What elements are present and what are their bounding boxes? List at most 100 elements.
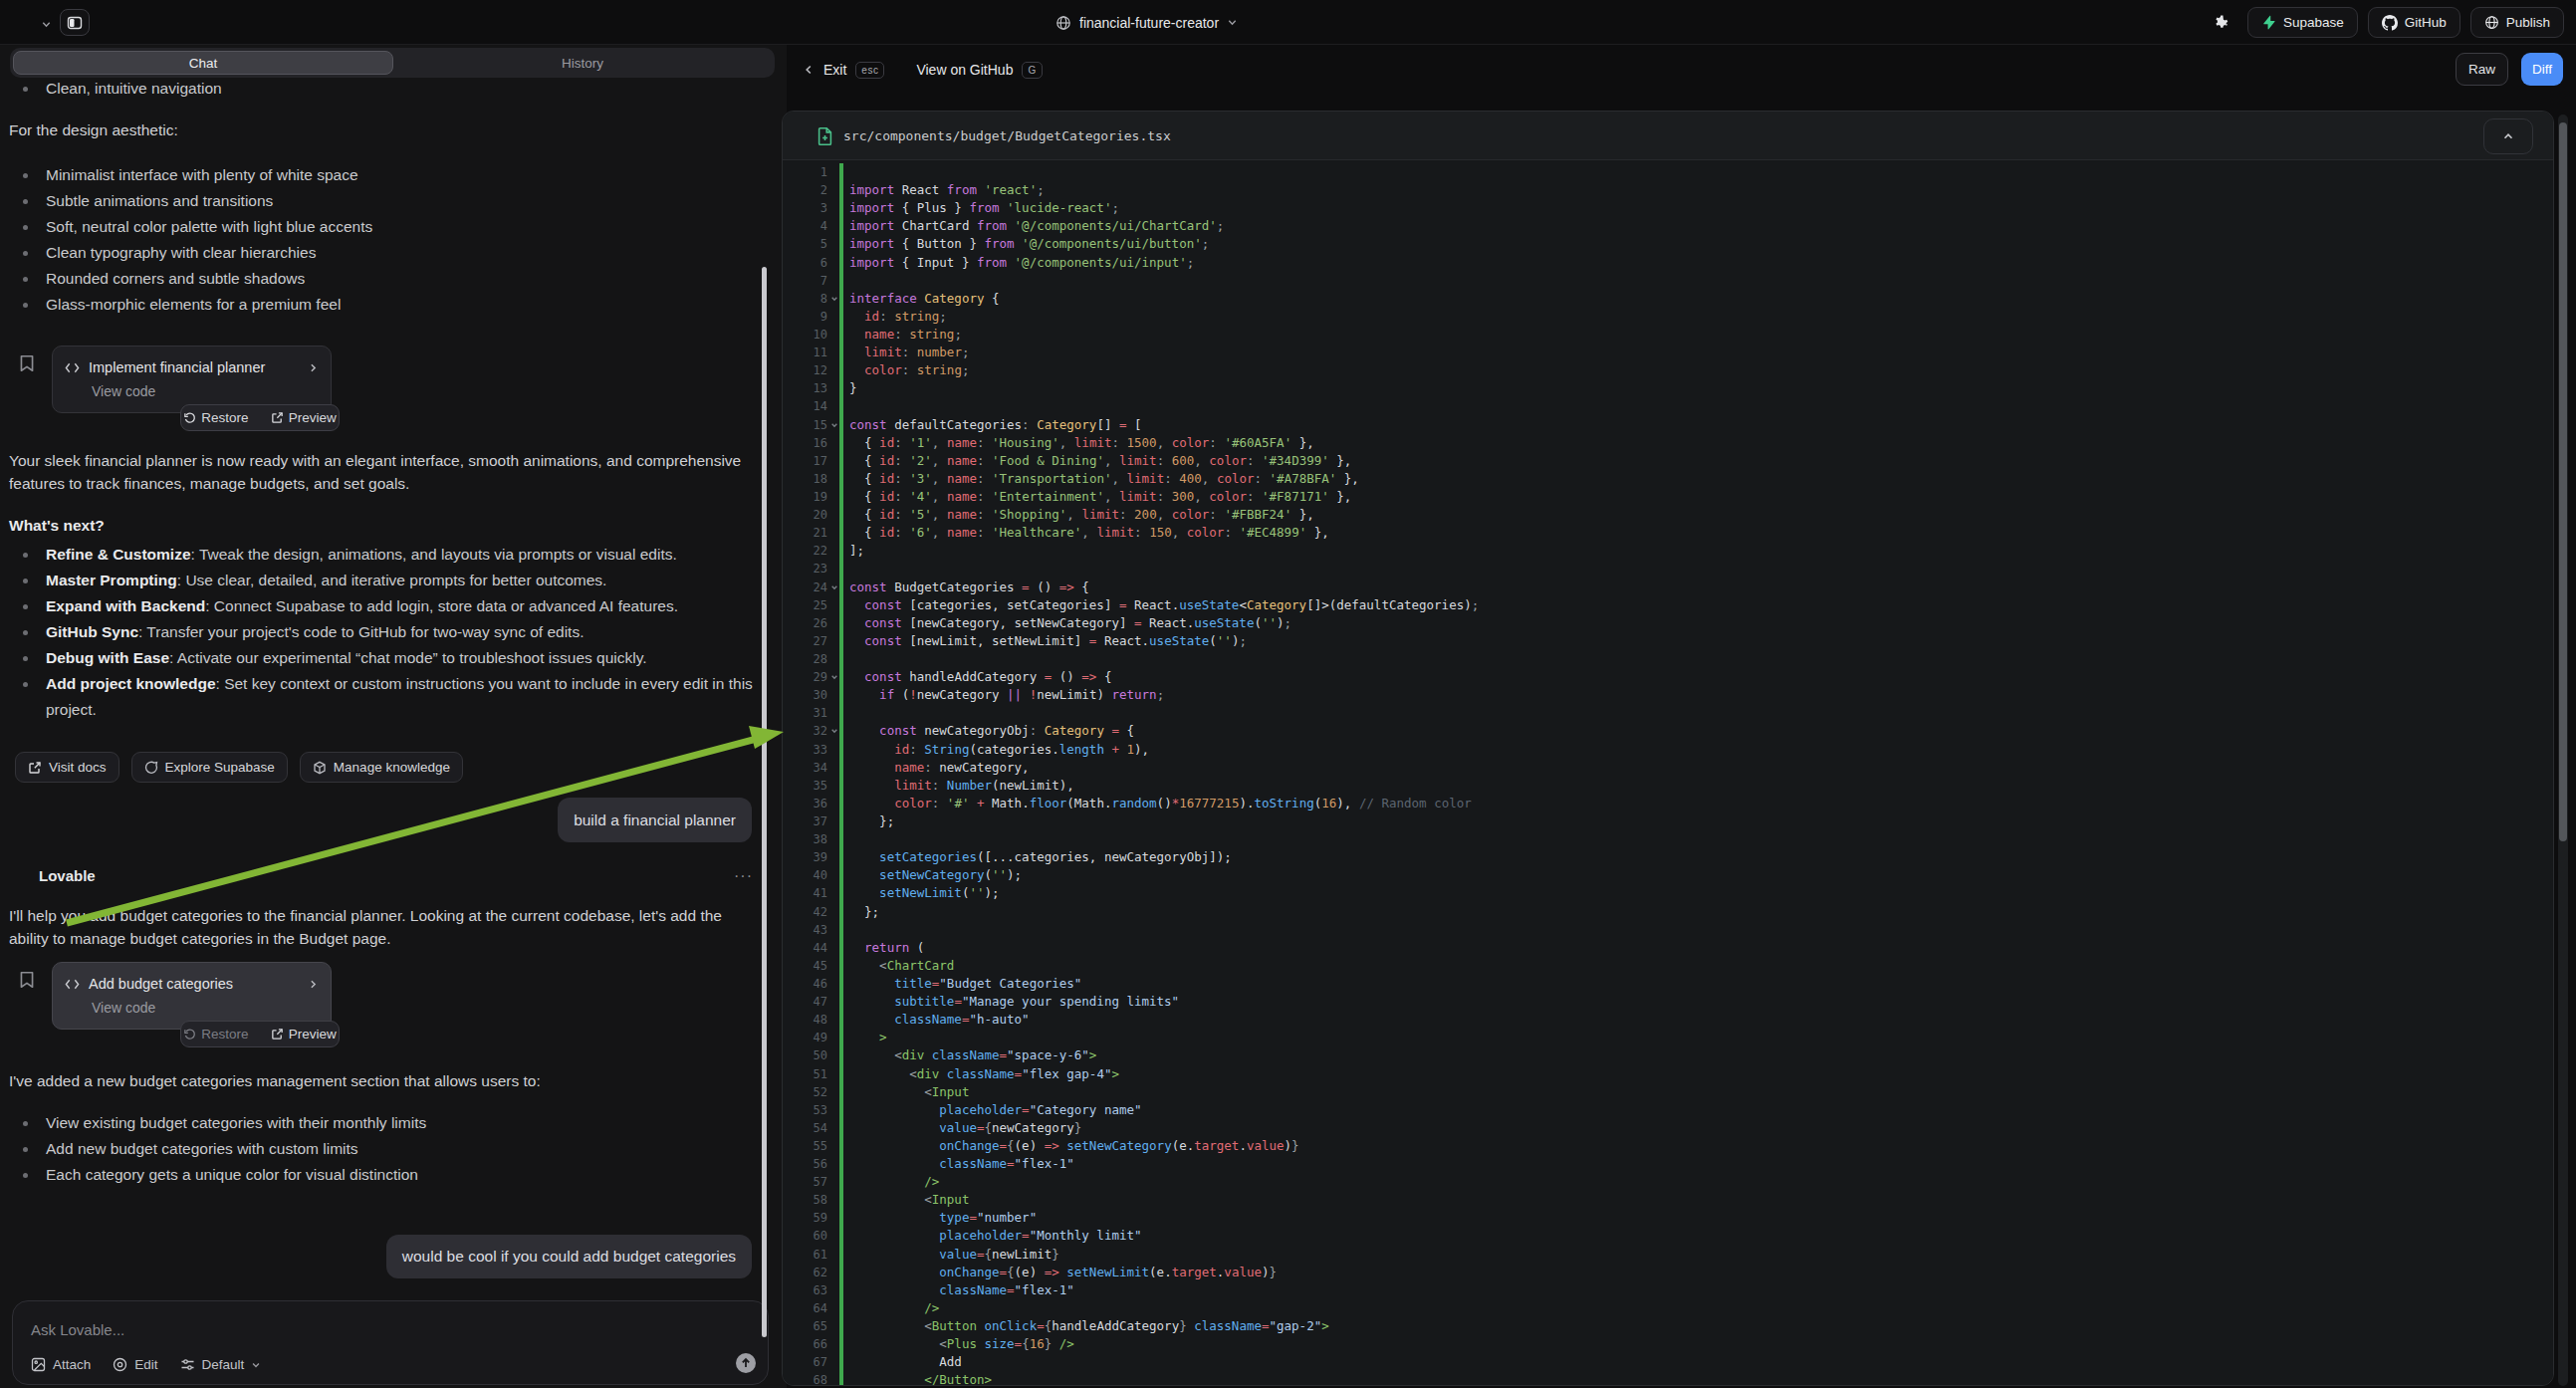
fold-chevron-icon[interactable] xyxy=(830,421,838,429)
code-line: 13} xyxy=(783,379,2553,398)
github-icon xyxy=(2382,15,2398,31)
line-number: 23 xyxy=(783,560,827,578)
message-menu-button[interactable]: ··· xyxy=(734,867,753,885)
line-number: 26 xyxy=(783,614,827,632)
fold-chevron-icon[interactable] xyxy=(830,673,838,681)
attach-button[interactable]: Attach xyxy=(31,1357,91,1372)
project-name: financial-future-creator xyxy=(1079,15,1219,31)
settings-gear-button[interactable] xyxy=(2206,7,2237,38)
line-number: 25 xyxy=(783,596,827,614)
view-code-link[interactable]: View code xyxy=(92,1000,331,1016)
user-message-bubble: would be cool if you could add budget ca… xyxy=(386,1235,752,1278)
line-number: 59 xyxy=(783,1209,827,1227)
line-number: 35 xyxy=(783,777,827,795)
line-number: 5 xyxy=(783,235,827,253)
code-line: 31 xyxy=(783,704,2553,723)
chat-bullet-intro: Clean, intuitive navigation xyxy=(9,76,756,102)
tab-history[interactable]: History xyxy=(393,51,772,75)
restore-button[interactable]: Restore xyxy=(183,1027,248,1041)
supabase-button[interactable]: Supabase xyxy=(2247,7,2358,38)
code-toolbar: Exit esc View on GitHub G Raw Diff xyxy=(787,45,2576,95)
line-number: 53 xyxy=(783,1101,827,1119)
line-number: 20 xyxy=(783,506,827,524)
fold-chevron-icon[interactable] xyxy=(830,583,838,591)
globe-icon xyxy=(1055,15,1071,31)
file-header[interactable]: src/components/budget/BudgetCategories.t… xyxy=(783,112,2553,160)
line-number: 50 xyxy=(783,1046,827,1064)
view-on-github-button[interactable]: View on GitHub xyxy=(916,62,1013,78)
mode-selector[interactable]: Default xyxy=(180,1357,262,1372)
diff-added-bar xyxy=(839,903,843,921)
line-number: 46 xyxy=(783,975,827,993)
send-button[interactable] xyxy=(736,1353,756,1373)
file-path: src/components/budget/BudgetCategories.t… xyxy=(843,112,1171,160)
line-number: 29 xyxy=(783,668,827,686)
bookmark-icon[interactable] xyxy=(19,353,35,373)
preview-button[interactable]: Preview xyxy=(271,410,337,425)
github-button[interactable]: GitHub xyxy=(2368,7,2460,38)
diff-added-bar xyxy=(839,1083,843,1101)
diff-added-bar xyxy=(839,1011,843,1029)
publish-globe-icon xyxy=(2484,15,2499,30)
bookmark-icon[interactable] xyxy=(19,970,35,990)
code-line: 46 title="Budget Categories" xyxy=(783,975,2553,994)
code-line: 45 <ChartCard xyxy=(783,957,2553,976)
preview-button[interactable]: Preview xyxy=(271,1027,337,1041)
line-number: 24 xyxy=(783,578,827,596)
ready-text: Your sleek financial planner is now read… xyxy=(9,449,756,495)
version-card-add-budget[interactable]: Add budget categories View code xyxy=(52,962,332,1030)
raw-button[interactable]: Raw xyxy=(2456,53,2508,86)
line-number: 22 xyxy=(783,542,827,560)
code-line: 60 placeholder="Monthly limit" xyxy=(783,1227,2553,1246)
code-line: 1 xyxy=(783,163,2553,182)
version-card-implement[interactable]: Implement financial planner View code xyxy=(52,346,332,413)
image-icon xyxy=(31,1357,46,1372)
publish-button[interactable]: Publish xyxy=(2470,7,2564,38)
code-line: 65 <Button onClick={handleAddCategory} c… xyxy=(783,1317,2553,1336)
design-bullets: Minimalist interface with plenty of whit… xyxy=(9,162,756,318)
chat-input[interactable]: Ask Lovable... Attach Edit Default xyxy=(12,1300,769,1385)
code-line: 26 const [newCategory, setNewCategory] =… xyxy=(783,614,2553,633)
project-selector[interactable]: financial-future-creator xyxy=(1055,0,1238,45)
code-line: 61 value={newLimit} xyxy=(783,1246,2553,1265)
line-number: 60 xyxy=(783,1227,827,1245)
diff-added-bar xyxy=(839,379,843,397)
line-number: 32 xyxy=(783,722,827,740)
code-line: 15const defaultCategories: Category[] = … xyxy=(783,416,2553,435)
code-line: 30 if (!newCategory || !newLimit) return… xyxy=(783,686,2553,705)
edit-button[interactable]: Edit xyxy=(113,1357,157,1372)
lovable-logo-icon[interactable] xyxy=(14,11,36,33)
design-heading: For the design aesthetic: xyxy=(9,118,756,141)
explore-supabase-button[interactable]: Explore Supabase xyxy=(131,752,288,783)
sidebar-toggle-button[interactable] xyxy=(60,9,90,36)
line-number: 41 xyxy=(783,884,827,902)
view-code-link[interactable]: View code xyxy=(92,383,331,399)
fold-chevron-icon[interactable] xyxy=(830,295,838,303)
code-line: 29 const handleAddCategory = () => { xyxy=(783,668,2553,687)
code-line: 35 limit: Number(newLimit), xyxy=(783,777,2553,796)
diff-added-bar xyxy=(839,848,843,866)
external-icon xyxy=(271,1028,284,1041)
collapse-button[interactable] xyxy=(2483,118,2533,154)
code-line: 49 > xyxy=(783,1029,2553,1047)
code-line: 64 /> xyxy=(783,1299,2553,1318)
code-line: 50 <div className="space-y-6"> xyxy=(783,1046,2553,1065)
code-line: 68 </Button> xyxy=(783,1371,2553,1386)
code-line: 57 /> xyxy=(783,1173,2553,1192)
line-number: 39 xyxy=(783,848,827,866)
bullet-item: GitHub Sync: Transfer your project's cod… xyxy=(9,619,756,645)
chevron-down-icon[interactable] xyxy=(41,19,52,30)
fold-chevron-icon[interactable] xyxy=(830,727,838,735)
restore-button[interactable]: Restore xyxy=(183,410,248,425)
code-scrollbar[interactable] xyxy=(2558,115,2568,1386)
chat-scrollbar[interactable] xyxy=(762,267,767,1337)
manage-knowledge-button[interactable]: Manage knowledge xyxy=(300,752,463,783)
diff-button[interactable]: Diff xyxy=(2521,53,2563,86)
diff-added-bar xyxy=(839,741,843,759)
line-number: 3 xyxy=(783,199,827,217)
external-icon xyxy=(271,411,284,424)
diff-added-bar xyxy=(839,1335,843,1353)
tab-chat[interactable]: Chat xyxy=(13,51,393,75)
visit-docs-button[interactable]: Visit docs xyxy=(15,752,119,783)
exit-button[interactable]: Exit xyxy=(823,62,846,78)
